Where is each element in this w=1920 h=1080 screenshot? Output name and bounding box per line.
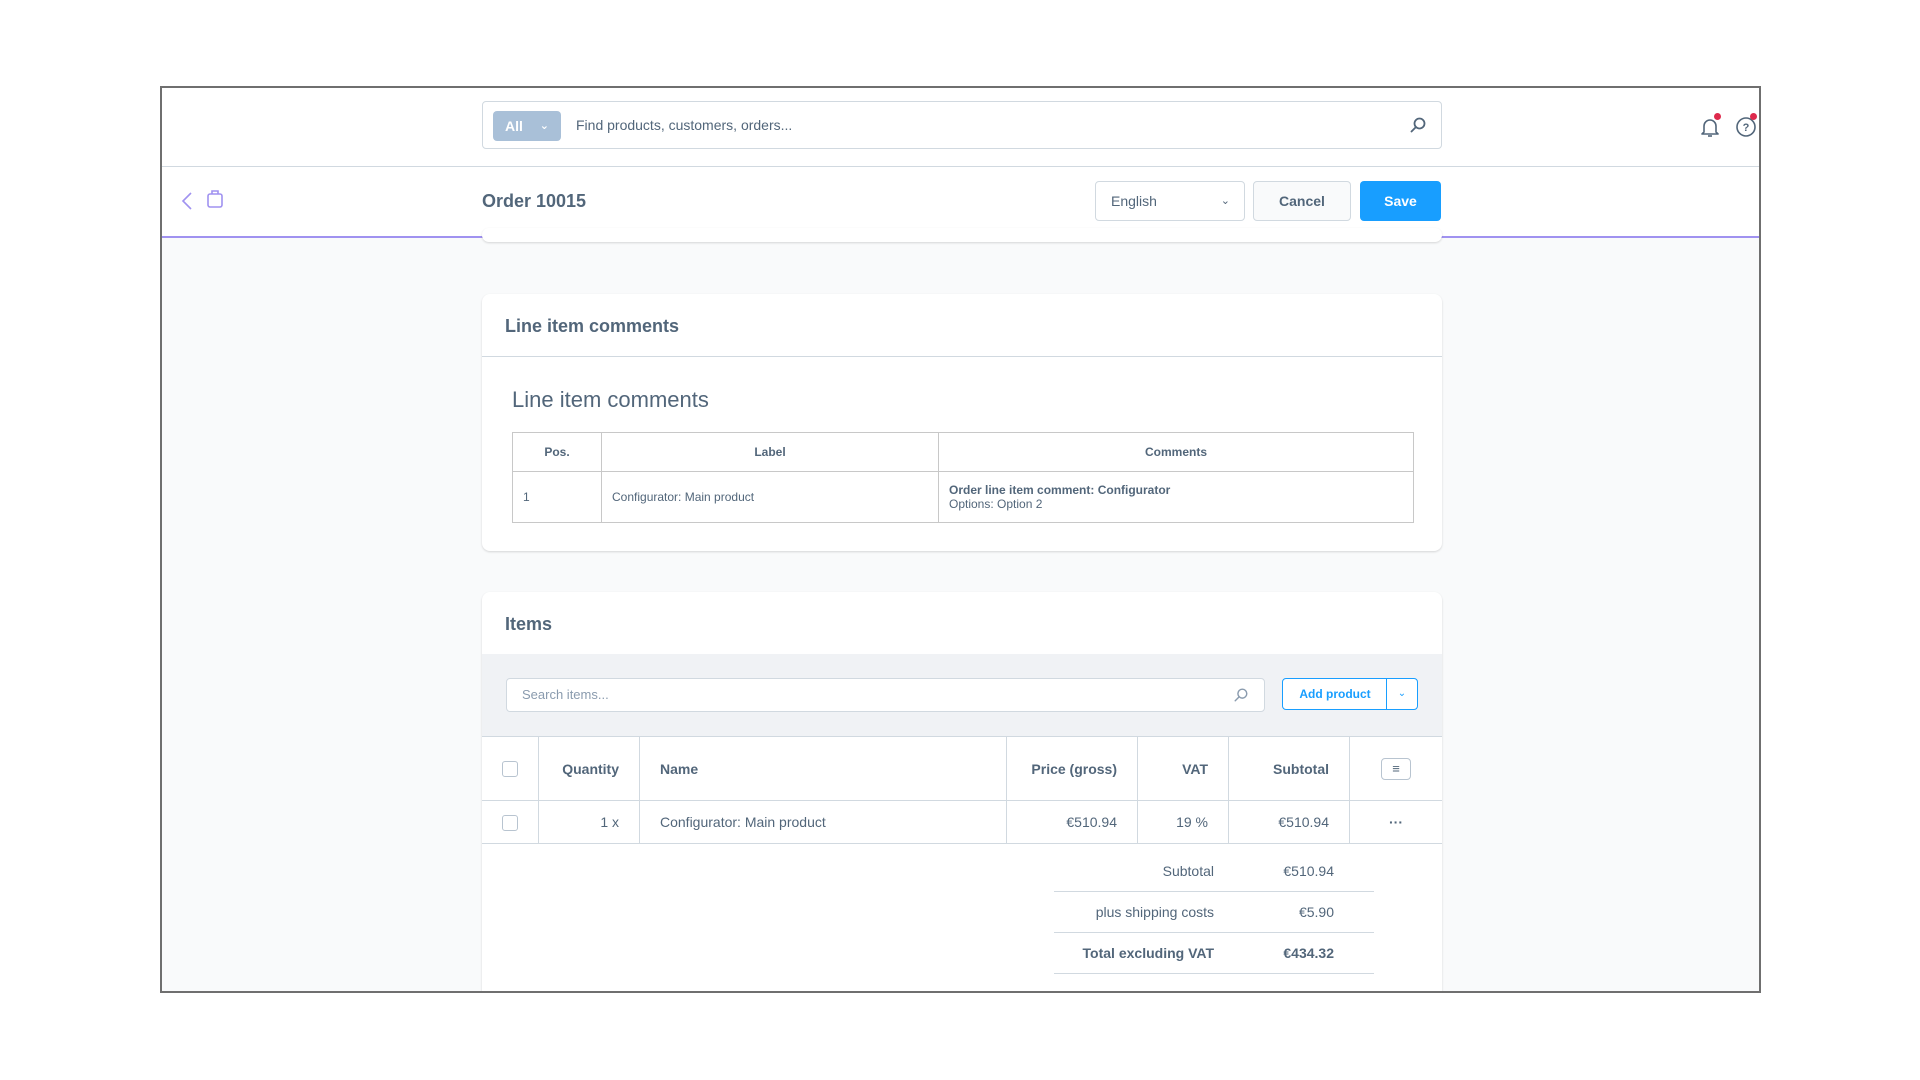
cell-quantity: 1 x xyxy=(538,800,640,844)
select-all-checkbox[interactable] xyxy=(502,761,518,778)
comment-detail: Options: Option 2 xyxy=(949,497,1043,511)
table-row: 1 Configurator: Main product Order line … xyxy=(512,471,1414,523)
comment-title: Order line item comment: Configurator xyxy=(949,483,1171,497)
column-settings-cell: ≡ xyxy=(1349,737,1442,801)
add-product-button[interactable]: Add product xyxy=(1283,679,1387,709)
comments-table: Pos. Label Comments 1 Configurator: Main… xyxy=(512,432,1414,523)
table-row: 1 x Configurator: Main product €510.94 1… xyxy=(482,800,1442,844)
column-settings-icon[interactable]: ≡ xyxy=(1381,757,1411,780)
items-toolbar: Search items... Add product ⌄ xyxy=(482,654,1442,737)
summary-label: plus shipping costs xyxy=(1095,904,1214,920)
cell-price: €510.94 xyxy=(1006,800,1138,844)
cell-comments: Order line item comment: Configurator Op… xyxy=(938,471,1414,523)
cell-subtotal: €510.94 xyxy=(1228,800,1350,844)
comments-heading: Line item comments xyxy=(512,387,709,412)
column-header-subtotal[interactable]: Subtotal xyxy=(1228,737,1350,801)
chevron-down-icon: ⌄ xyxy=(1220,195,1230,207)
language-value: English xyxy=(1111,193,1157,209)
column-header-name[interactable]: Name xyxy=(639,737,1007,801)
help-dot xyxy=(1750,113,1757,120)
save-button[interactable]: Save xyxy=(1360,181,1441,221)
svg-text:?: ? xyxy=(1743,122,1750,134)
items-table: Quantity Name Price (gross) VAT Subtotal… xyxy=(482,737,1442,844)
items-search[interactable]: Search items... xyxy=(506,678,1265,712)
line-item-comments-card: Line item comments Line item comments Po… xyxy=(482,294,1442,551)
summary-label: Subtotal xyxy=(1162,863,1214,879)
help-button[interactable]: ? xyxy=(1734,113,1758,139)
shopping-bag-icon xyxy=(207,190,223,208)
summary-value: €5.90 xyxy=(1298,904,1334,920)
select-all-cell xyxy=(482,737,539,801)
search-input[interactable]: Find products, customers, orders... xyxy=(576,102,792,148)
cancel-button[interactable]: Cancel xyxy=(1253,181,1351,221)
summary-row: Subtotal €510.94 xyxy=(1054,851,1374,892)
row-checkbox[interactable] xyxy=(502,814,518,831)
search-scope-dropdown[interactable]: All ⌄ xyxy=(493,111,561,141)
add-product-dropdown[interactable]: ⌄ xyxy=(1387,679,1417,709)
card-title: Items xyxy=(482,592,1442,655)
summary-value: €510.94 xyxy=(1283,863,1334,879)
column-header-pos: Pos. xyxy=(512,432,602,472)
previous-card xyxy=(482,228,1442,242)
search-scope-label: All xyxy=(505,118,523,134)
notification-dot xyxy=(1714,113,1721,120)
items-search-input[interactable]: Search items... xyxy=(522,679,609,711)
row-actions-button[interactable]: ··· xyxy=(1349,800,1442,844)
cell-pos: 1 xyxy=(512,471,602,523)
summary-label: Total excluding VAT xyxy=(1082,945,1214,961)
column-header-label: Label xyxy=(601,432,939,472)
search-icon[interactable] xyxy=(1409,116,1427,134)
notifications-button[interactable] xyxy=(1698,113,1722,139)
cell-name: Configurator: Main product xyxy=(639,800,1007,844)
cell-label: Configurator: Main product xyxy=(601,471,939,523)
column-header-comments: Comments xyxy=(938,432,1414,472)
chevron-down-icon: ⌄ xyxy=(539,120,549,132)
language-select[interactable]: English ⌄ xyxy=(1095,181,1245,221)
order-summary: Subtotal €510.94 plus shipping costs €5.… xyxy=(1054,851,1374,974)
back-arrow-icon[interactable] xyxy=(180,191,194,211)
column-header-price[interactable]: Price (gross) xyxy=(1006,737,1138,801)
summary-value: €434.32 xyxy=(1283,945,1334,961)
column-header-quantity[interactable]: Quantity xyxy=(538,737,640,801)
global-search[interactable]: All ⌄ Find products, customers, orders..… xyxy=(482,101,1442,149)
column-header-vat[interactable]: VAT xyxy=(1137,737,1229,801)
card-title: Line item comments xyxy=(482,294,1442,357)
app-window: All ⌄ Find products, customers, orders..… xyxy=(160,86,1761,993)
add-product-button-group: Add product ⌄ xyxy=(1282,678,1418,710)
summary-row: plus shipping costs €5.90 xyxy=(1054,892,1374,933)
page-title: Order 10015 xyxy=(482,191,587,211)
top-bar: All ⌄ Find products, customers, orders..… xyxy=(162,88,1759,167)
search-icon xyxy=(1234,688,1248,702)
row-select-cell xyxy=(482,800,539,844)
summary-row-total: Total excluding VAT €434.32 xyxy=(1054,933,1374,974)
cell-vat: 19 % xyxy=(1137,800,1229,844)
items-card: Items Search items... Add product ⌄ Quan… xyxy=(482,592,1442,991)
